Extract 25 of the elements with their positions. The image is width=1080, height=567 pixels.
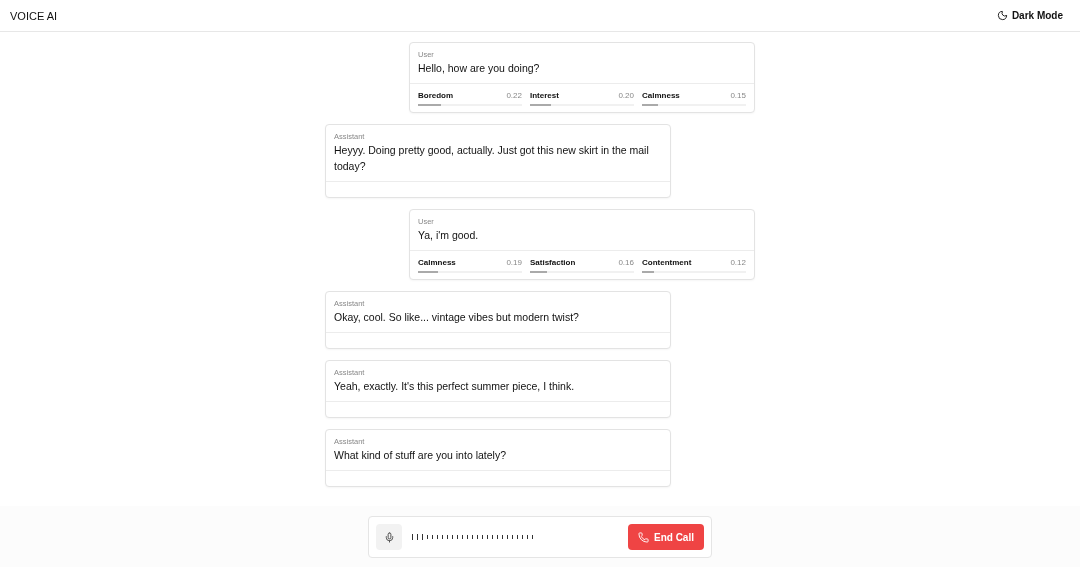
message-text: Heyyy. Doing pretty good, actually. Just got this new skirt in the mail today?	[334, 143, 650, 174]
emotion-score: 0.22	[506, 91, 522, 100]
microphone-icon	[383, 531, 395, 543]
message-text: What kind of stuff are you into lately?	[334, 448, 507, 463]
microphone-button[interactable]	[376, 524, 402, 550]
phone-icon	[638, 531, 649, 543]
emotion-score: 0.15	[730, 91, 746, 100]
message-text: Ya, i'm good.	[418, 228, 480, 243]
emotion-score: 0.19	[506, 258, 522, 267]
message-text: Hello, how are you doing?	[418, 61, 541, 76]
message-text: Okay, cool. So like... vintage vibes but modern twist?	[334, 310, 580, 325]
emotion-name: Calmness	[642, 91, 680, 100]
emotion-score: 0.16	[618, 258, 634, 267]
emotion-score: 0.12	[730, 258, 746, 267]
moon-icon	[996, 10, 1008, 21]
emotion-name: Calmness	[418, 258, 456, 267]
app-title: VOICE AI	[10, 9, 58, 22]
message-text: Yeah, exactly. It's this perfect summer piece, I think.	[334, 379, 576, 394]
emotion-name: Contentment	[642, 258, 692, 267]
emotion-score: 0.20	[618, 91, 634, 100]
end-call-button[interactable]: End Call	[628, 524, 704, 550]
emotion-name: Satisfaction	[530, 258, 576, 267]
emotion-name: Boredom	[418, 91, 454, 100]
emotion-name: Interest	[530, 91, 559, 100]
dark-mode-button[interactable]: Dark Mode	[996, 10, 1063, 21]
